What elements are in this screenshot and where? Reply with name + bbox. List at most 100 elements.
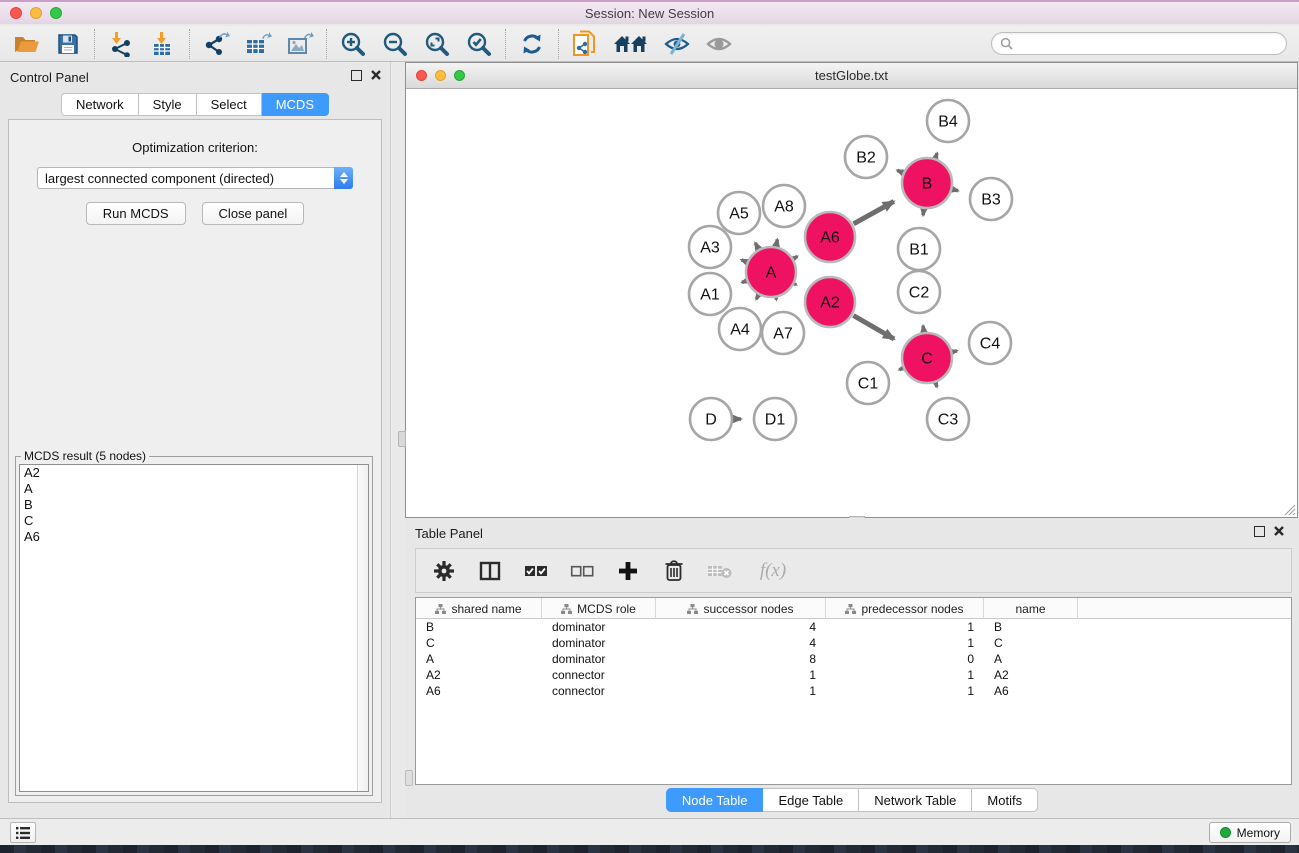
table-cell[interactable]: 1 xyxy=(826,636,984,650)
import-network-button[interactable] xyxy=(107,30,135,58)
graph-edge-C-C3[interactable] xyxy=(936,384,937,387)
show-columns-button[interactable] xyxy=(476,557,504,585)
tab-mcds[interactable]: MCDS xyxy=(262,93,329,116)
zoom-window-button[interactable] xyxy=(50,7,62,19)
memory-button[interactable]: Memory xyxy=(1209,822,1291,843)
network-minimize-button[interactable] xyxy=(435,70,446,81)
graph-edge-A2-C[interactable] xyxy=(853,315,894,339)
criterion-select[interactable]: largest connected component (directed) xyxy=(37,167,353,189)
save-session-button[interactable] xyxy=(54,30,82,58)
panel-grip-handle[interactable] xyxy=(405,770,413,786)
table-cell[interactable]: A2 xyxy=(416,668,542,682)
close-panel-button[interactable]: Close panel xyxy=(202,202,305,225)
mcds-result-list[interactable]: A2ABCA6 xyxy=(19,464,369,792)
tab-select[interactable]: Select xyxy=(197,93,262,116)
graph-edge-A6-B[interactable] xyxy=(854,201,894,223)
panel-grip-handle[interactable] xyxy=(398,431,406,447)
open-session-button[interactable] xyxy=(12,30,40,58)
search-field[interactable] xyxy=(991,32,1287,55)
table-cell[interactable]: A6 xyxy=(984,684,1078,698)
network-window-titlebar[interactable]: testGlobe.txt xyxy=(406,63,1297,89)
graph-edge-A-A3[interactable] xyxy=(741,260,746,262)
table-cell[interactable]: A6 xyxy=(416,684,542,698)
run-mcds-button[interactable]: Run MCDS xyxy=(86,202,186,225)
mcds-result-item[interactable]: C xyxy=(20,513,368,529)
graph-edge-B-B3[interactable] xyxy=(953,190,958,191)
show-panel-list-button[interactable] xyxy=(10,822,36,843)
table-cell[interactable]: A xyxy=(984,652,1078,666)
table-cell[interactable]: B xyxy=(416,620,542,634)
table-cell[interactable]: C xyxy=(984,636,1078,650)
column-header-shared-name[interactable]: shared name xyxy=(416,598,542,619)
tab-motifs[interactable]: Motifs xyxy=(972,788,1038,812)
table-cell[interactable]: 0 xyxy=(826,652,984,666)
graph-edge-A-A2[interactable] xyxy=(795,284,796,285)
graph-edge-A-A8[interactable] xyxy=(776,239,777,245)
first-neighbors-button[interactable] xyxy=(613,30,649,58)
graph-edge-C-C4[interactable] xyxy=(953,351,957,352)
table-row[interactable]: Bdominator41B xyxy=(416,619,1291,635)
select-all-columns-button[interactable] xyxy=(522,557,550,585)
column-header-successor-nodes[interactable]: successor nodes xyxy=(656,598,826,619)
graph-edge-A-A6[interactable] xyxy=(794,256,797,258)
network-canvas[interactable]: B4B2BB3A5A8A6B1A3AC2A1A2A4A7C4CC1C3DD1 xyxy=(406,90,1297,517)
minimize-window-button[interactable] xyxy=(30,7,42,19)
mcds-result-item[interactable]: A6 xyxy=(20,529,368,545)
table-row[interactable]: Cdominator41C xyxy=(416,635,1291,651)
table-cell[interactable]: 1 xyxy=(826,668,984,682)
table-cell[interactable]: C xyxy=(416,636,542,650)
close-panel-icon[interactable] xyxy=(370,69,382,81)
network-zoom-button[interactable] xyxy=(454,70,465,81)
table-row[interactable]: Adominator80A xyxy=(416,651,1291,667)
tab-node-table[interactable]: Node Table xyxy=(666,788,764,812)
table-cell[interactable]: dominator xyxy=(542,620,656,634)
table-row[interactable]: A6connector11A6 xyxy=(416,683,1291,699)
zoom-out-button[interactable] xyxy=(381,30,409,58)
table-cell[interactable]: dominator xyxy=(542,652,656,666)
mcds-result-item[interactable]: B xyxy=(20,497,368,513)
table-cell[interactable]: 1 xyxy=(826,684,984,698)
export-image-button[interactable] xyxy=(286,30,314,58)
column-header-mcds-role[interactable]: MCDS role xyxy=(542,598,656,619)
close-window-button[interactable] xyxy=(10,7,22,19)
tab-edge-table[interactable]: Edge Table xyxy=(763,788,859,812)
create-column-button[interactable] xyxy=(614,557,642,585)
column-header-name[interactable]: name xyxy=(984,598,1078,619)
graph-edge-A-A1[interactable] xyxy=(742,281,746,282)
float-panel-icon[interactable] xyxy=(351,70,362,81)
column-header-predecessor-nodes[interactable]: predecessor nodes xyxy=(826,598,984,619)
tab-network-table[interactable]: Network Table xyxy=(859,788,972,812)
table-cell[interactable]: connector xyxy=(542,668,656,682)
table-cell[interactable]: 4 xyxy=(656,636,826,650)
graph-edge-B-B1[interactable] xyxy=(923,210,924,215)
new-network-from-file-button[interactable] xyxy=(571,30,599,58)
table-cell[interactable]: 8 xyxy=(656,652,826,666)
table-cell[interactable]: 1 xyxy=(826,620,984,634)
zoom-selected-button[interactable] xyxy=(465,30,493,58)
tab-style[interactable]: Style xyxy=(139,93,197,116)
tab-network[interactable]: Network xyxy=(61,93,139,116)
table-cell[interactable]: A xyxy=(416,652,542,666)
table-settings-button[interactable] xyxy=(430,557,458,585)
export-network-button[interactable] xyxy=(202,30,230,58)
table-cell[interactable]: A2 xyxy=(984,668,1078,682)
import-table-button[interactable] xyxy=(149,30,177,58)
table-cell[interactable]: 4 xyxy=(656,620,826,634)
network-close-button[interactable] xyxy=(416,70,427,81)
unselect-all-columns-button[interactable] xyxy=(568,557,596,585)
mcds-result-item[interactable]: A xyxy=(20,481,368,497)
zoom-fit-button[interactable] xyxy=(423,30,451,58)
refresh-button[interactable] xyxy=(518,30,546,58)
table-cell[interactable]: connector xyxy=(542,684,656,698)
mcds-result-item[interactable]: A2 xyxy=(20,465,368,481)
resize-grip-icon[interactable] xyxy=(1283,503,1296,516)
graph-edge-A-A5[interactable] xyxy=(755,243,758,248)
graph-edge-A-A4[interactable] xyxy=(756,296,758,299)
table-row[interactable]: A2connector11A2 xyxy=(416,667,1291,683)
search-input[interactable] xyxy=(1017,37,1278,51)
table-cell[interactable]: dominator xyxy=(542,636,656,650)
float-panel-icon[interactable] xyxy=(1254,526,1265,537)
export-table-button[interactable] xyxy=(244,30,272,58)
table-cell[interactable]: 1 xyxy=(656,684,826,698)
table-cell[interactable]: B xyxy=(984,620,1078,634)
